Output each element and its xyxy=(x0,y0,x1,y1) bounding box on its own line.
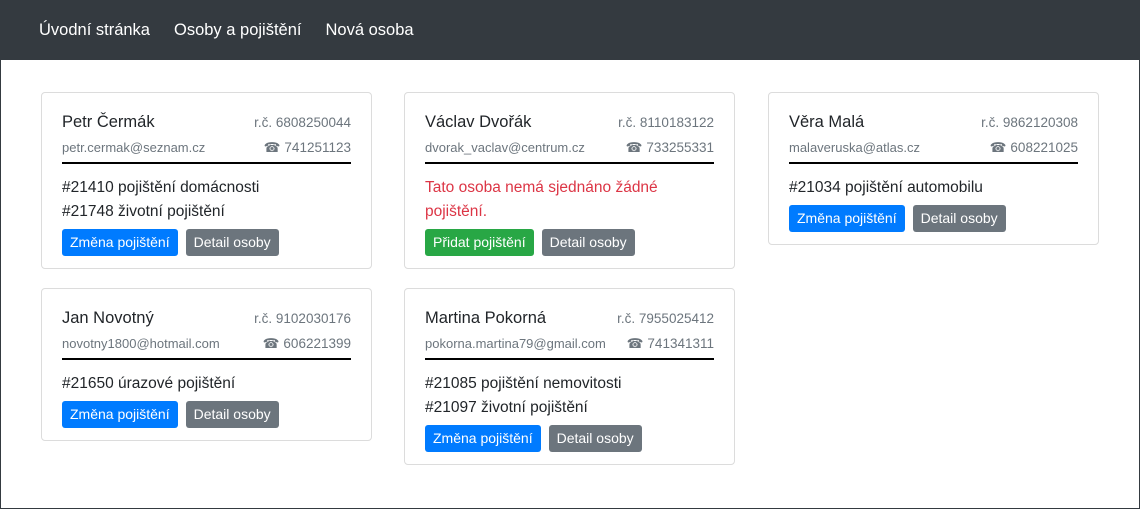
person-phone: ☎ 606221399 xyxy=(263,336,351,352)
birth-number: r.č. 6808250044 xyxy=(254,115,351,130)
policy-item: #21650 úrazové pojištění xyxy=(62,375,236,392)
person-phone: ☎ 741251123 xyxy=(264,140,351,156)
person-card: Martina Pokorná r.č. 7955025412 pokorna.… xyxy=(404,288,735,465)
phone-icon: ☎ xyxy=(262,336,280,351)
nav-new-person-link[interactable]: Nová osoba xyxy=(325,21,413,40)
birth-number: r.č. 8110183122 xyxy=(618,115,714,130)
person-email: novotny1800@hotmail.com xyxy=(62,336,220,351)
policy-item: #21748 životní pojištění xyxy=(62,203,225,220)
person-card: Václav Dvořák r.č. 8110183122 dvorak_vac… xyxy=(404,92,735,269)
person-email: pokorna.martina79@gmail.com xyxy=(425,336,606,351)
person-detail-button[interactable]: Detail osoby xyxy=(912,205,1006,232)
person-phone: ☎ 733255331 xyxy=(626,140,714,156)
person-name: Věra Malá xyxy=(789,113,865,131)
phone-number: 606221399 xyxy=(283,336,351,351)
person-name: Martina Pokorná xyxy=(425,309,547,327)
add-insurance-button[interactable]: Přidat pojištění xyxy=(425,229,534,256)
person-detail-button[interactable]: Detail osoby xyxy=(185,401,279,428)
change-insurance-button[interactable]: Změna pojištění xyxy=(62,401,178,428)
person-phone: ☎ 608221025 xyxy=(990,140,1078,156)
change-insurance-button[interactable]: Změna pojištění xyxy=(425,425,541,452)
nav-people-link[interactable]: Osoby a pojištění xyxy=(174,21,302,40)
phone-number: 741251123 xyxy=(284,140,351,155)
change-insurance-button[interactable]: Změna pojištění xyxy=(789,205,905,232)
nav-home-link[interactable]: Úvodní stránka xyxy=(39,21,150,40)
navbar: Úvodní stránka Osoby a pojištění Nová os… xyxy=(1,0,1139,60)
person-name: Jan Novotný xyxy=(62,309,154,327)
change-insurance-button[interactable]: Změna pojištění xyxy=(62,229,178,256)
policy-item: #21410 pojištění domácnosti xyxy=(62,179,260,196)
policy-item: #21097 životní pojištění xyxy=(425,399,588,416)
person-card: Petr Čermák r.č. 6808250044 petr.cermak@… xyxy=(41,92,372,269)
person-phone: ☎ 741341311 xyxy=(627,336,714,352)
phone-number: 741341311 xyxy=(647,336,714,351)
birth-number: r.č. 7955025412 xyxy=(617,311,714,326)
policy-item: #21085 pojištění nemovitosti xyxy=(425,375,622,392)
person-detail-button[interactable]: Detail osoby xyxy=(185,229,279,256)
person-name: Petr Čermák xyxy=(62,113,155,131)
person-card: Jan Novotný r.č. 9102030176 novotny1800@… xyxy=(41,288,372,441)
phone-number: 608221025 xyxy=(1010,140,1078,155)
phone-number: 733255331 xyxy=(646,140,714,155)
birth-number: r.č. 9102030176 xyxy=(254,311,351,326)
person-detail-button[interactable]: Detail osoby xyxy=(548,425,642,452)
phone-icon: ☎ xyxy=(263,140,281,155)
phone-icon: ☎ xyxy=(626,336,644,351)
phone-icon: ☎ xyxy=(625,140,643,155)
no-policy-message: Tato osoba nemá sjednáno žádné pojištění… xyxy=(425,179,658,220)
person-name: Václav Dvořák xyxy=(425,113,532,131)
person-card: Věra Malá r.č. 9862120308 malaveruska@at… xyxy=(768,92,1099,245)
phone-icon: ☎ xyxy=(989,140,1007,155)
birth-number: r.č. 9862120308 xyxy=(981,115,1078,130)
policy-item: #21034 pojištění automobilu xyxy=(789,179,983,196)
person-email: petr.cermak@seznam.cz xyxy=(62,140,206,155)
person-detail-button[interactable]: Detail osoby xyxy=(541,229,635,256)
person-email: dvorak_vaclav@centrum.cz xyxy=(425,140,585,155)
person-email: malaveruska@atlas.cz xyxy=(789,140,920,155)
